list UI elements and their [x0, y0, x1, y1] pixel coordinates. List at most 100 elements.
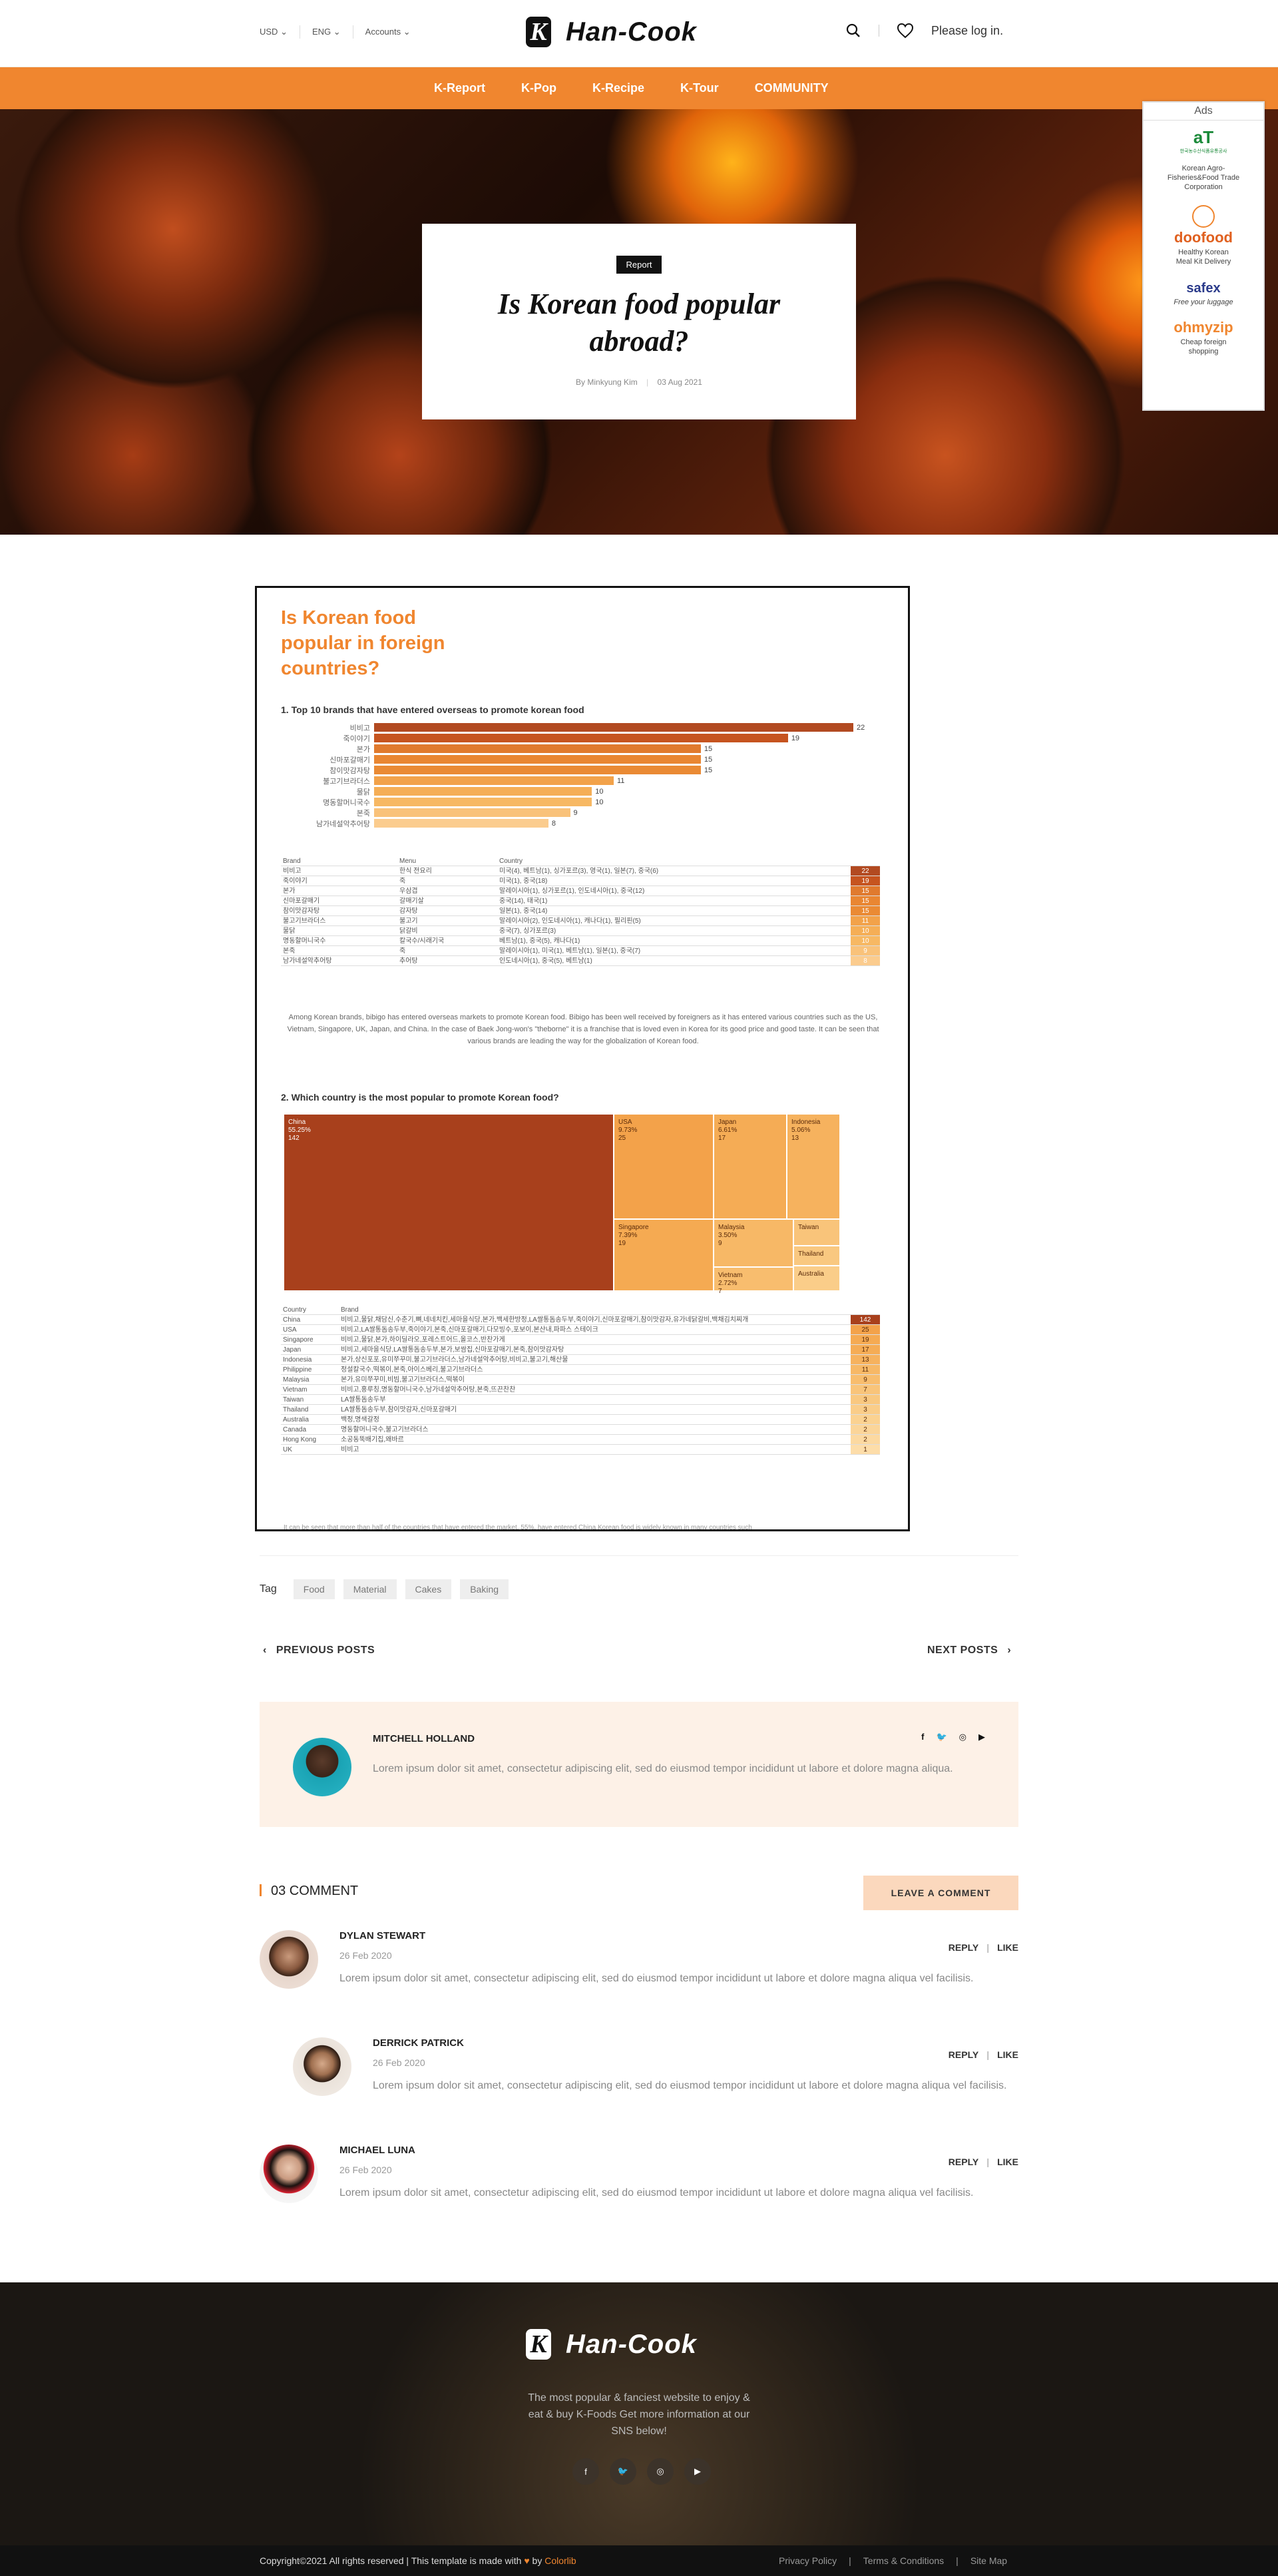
table-cell: 15 [851, 896, 880, 905]
treemap-tile: Japan 6.61% 17 [714, 1114, 787, 1219]
tag-baking[interactable]: Baking [460, 1579, 509, 1599]
tile-name: Malaysia [718, 1224, 745, 1231]
treemap-tile: USA 9.73% 25 [614, 1114, 714, 1219]
footer-social: f 🐦 ◎ ▶ [572, 2458, 711, 2485]
youtube-icon[interactable]: ▶ [684, 2458, 711, 2485]
table-cell: 142 [851, 1315, 880, 1324]
table-cell: 비비고,물닭,채담신,수춘기,뼈,네네치킨,세마을식당,본가,백세한방정,LA쌀… [341, 1316, 749, 1324]
nav-item-k-report[interactable]: K-Report [416, 67, 503, 109]
nav-item-k-recipe[interactable]: K-Recipe [574, 67, 662, 109]
instagram-icon[interactable]: ◎ [959, 1732, 966, 1742]
avatar[interactable] [260, 1930, 318, 1989]
terms-link[interactable]: Terms & Conditions [863, 2555, 944, 2566]
table-cell: 남가네설악추어탕 [283, 957, 332, 965]
table-row: 남가네설악추어탕 추어탕 인도네시아(1), 중국(5), 베트남(1) 8 [281, 956, 880, 966]
comment-author[interactable]: DYLAN STEWART [339, 1930, 425, 1941]
previous-posts-link[interactable]: ‹ PREVIOUS POSTS [263, 1645, 375, 1657]
author-name[interactable]: MITCHELL HOLLAND [373, 1733, 475, 1744]
footer-links: Privacy Policy | Terms & Conditions | Si… [779, 2555, 1007, 2566]
next-posts-link[interactable]: NEXT POSTS › [927, 1645, 1011, 1657]
language-select[interactable]: ENG ⌄ [300, 25, 353, 39]
table-row: Hong Kong 소공동뚝배기집,왜바르 2 [281, 1435, 880, 1445]
login-link[interactable]: Please log in. [931, 24, 1003, 38]
bar-label: 명동할머니국수 [323, 798, 370, 807]
youtube-icon[interactable]: ▶ [978, 1732, 985, 1742]
tag-food[interactable]: Food [293, 1579, 335, 1599]
author-box: MITCHELL HOLLAND Lorem ipsum dolor sit a… [260, 1702, 1018, 1827]
table-row: 명동할머니국수 칼국수/시래기국 베트남(1), 중국(5), 캐나다(1) 10 [281, 936, 880, 946]
site-logo[interactable]: K Han-Cook [526, 17, 697, 47]
privacy-policy-link[interactable]: Privacy Policy [779, 2555, 837, 2566]
bar-row: 본죽 9 [281, 808, 578, 818]
nav-item-k-pop[interactable]: K-Pop [503, 67, 574, 109]
credit-link[interactable]: Colorlib [544, 2555, 576, 2566]
like-button[interactable]: LIKE [997, 2049, 1018, 2060]
bar [374, 808, 570, 817]
bar-label: 본죽 [356, 809, 370, 818]
table-cell: 말레이시아(1), 싱가포르(1), 인도네시아(1), 중국(12) [499, 888, 645, 895]
leave-comment-button[interactable]: LEAVE A COMMENT [863, 1876, 1018, 1910]
comment-author[interactable]: DERRICK PATRICK [373, 2037, 464, 2049]
tag-material[interactable]: Material [343, 1579, 397, 1599]
heart-icon[interactable] [897, 23, 914, 39]
section-title: 2. Which country is the most popular to … [281, 1092, 559, 1103]
table-cell: 9 [851, 1375, 880, 1384]
nav-item-community[interactable]: COMMUNITY [737, 67, 847, 109]
bar [374, 734, 788, 742]
table-cell: 중국(7), 싱가포르(3) [499, 927, 556, 935]
like-button[interactable]: LIKE [997, 1942, 1018, 1953]
table-cell: Canada [283, 1426, 307, 1433]
facebook-icon[interactable]: f [572, 2458, 599, 2485]
bar-row: 남가네설악추어탕 8 [281, 819, 556, 828]
table-cell: 비비고,홍루칭,명동할머니국수,남가네설악추어탕,본죽,뜨끈찬찬 [341, 1386, 516, 1394]
ad-ohmyzip[interactable]: ohmyzip Cheap foreign shopping [1144, 319, 1263, 356]
table-cell: 13 [851, 1355, 880, 1364]
category-badge[interactable]: Report [616, 256, 662, 274]
search-icon[interactable] [845, 23, 861, 39]
table-cell: 15 [851, 886, 880, 896]
nav-item-k-tour[interactable]: K-Tour [662, 67, 737, 109]
table-row: 본가 우삼겹 말레이시아(1), 싱가포르(1), 인도네시아(1), 중국(12)… [281, 886, 880, 896]
bar-value: 15 [704, 744, 713, 753]
table-cell: 2 [851, 1435, 880, 1444]
table-cell: LA쌀통돔송두부,참이맛감자,신마포갈매기 [341, 1406, 457, 1414]
article-infographic: Is Korean food popular in foreign countr… [255, 586, 910, 1531]
ad-at[interactable]: aT 한국농수산식품유통공사 Korean Agro-Fisheries&Foo… [1144, 127, 1263, 192]
tag-cakes[interactable]: Cakes [405, 1579, 452, 1599]
currency-select[interactable]: USD ⌄ [260, 25, 300, 39]
reply-button[interactable]: REPLY [949, 2049, 978, 2060]
like-button[interactable]: LIKE [997, 2157, 1018, 2167]
avatar[interactable] [293, 2037, 351, 2096]
tile-percent: 6.61% [718, 1127, 738, 1134]
footer-logo[interactable]: K Han-Cook [526, 2329, 697, 2360]
table-cell: 한식 전요리 [399, 868, 432, 875]
twitter-icon[interactable]: 🐦 [610, 2458, 636, 2485]
site-map-link[interactable]: Site Map [970, 2555, 1007, 2566]
ad-doofood[interactable]: doofood Healthy Korean Meal Kit Delivery [1144, 205, 1263, 266]
treemap-tile: Thailand [793, 1246, 840, 1266]
table-row: 본죽 죽 말레이시아(1), 미국(1), 베트남(1), 일본(1), 중국(7)… [281, 946, 880, 956]
tile-value: 7 [718, 1288, 722, 1295]
table-header-cell: Brand [341, 1306, 359, 1314]
header-selectors: USD ⌄ ENG ⌄ Accounts ⌄ [260, 25, 423, 39]
instagram-icon[interactable]: ◎ [647, 2458, 674, 2485]
table-header: Country Brand [281, 1305, 880, 1315]
accent-bar [260, 1884, 262, 1896]
avatar[interactable] [293, 1738, 351, 1796]
comment-author[interactable]: MICHAEL LUNA [339, 2145, 415, 2156]
facebook-icon[interactable]: f [921, 1732, 924, 1742]
tile-name: Japan [718, 1119, 737, 1126]
ad-safex[interactable]: safex Free your luggage [1144, 281, 1263, 307]
main-nav: K-Report K-Pop K-Recipe K-Tour COMMUNITY [0, 67, 1278, 109]
table-cell: 22 [851, 866, 880, 876]
avatar[interactable] [260, 2145, 318, 2203]
post-date: 03 Aug 2021 [657, 378, 702, 387]
reply-button[interactable]: REPLY [949, 1942, 978, 1953]
table-row: Japan 비비고,세마을식당,LA쌀통돔송두부,본가,보쌈집,신마포갈매기,본죽… [281, 1345, 880, 1355]
tile-value: 17 [718, 1135, 726, 1142]
reply-button[interactable]: REPLY [949, 2157, 978, 2167]
twitter-icon[interactable]: 🐦 [936, 1732, 947, 1742]
comment-date: 26 Feb 2020 [339, 2165, 392, 2175]
accounts-menu[interactable]: Accounts ⌄ [353, 25, 423, 39]
post-author[interactable]: By Minkyung Kim [576, 378, 638, 387]
